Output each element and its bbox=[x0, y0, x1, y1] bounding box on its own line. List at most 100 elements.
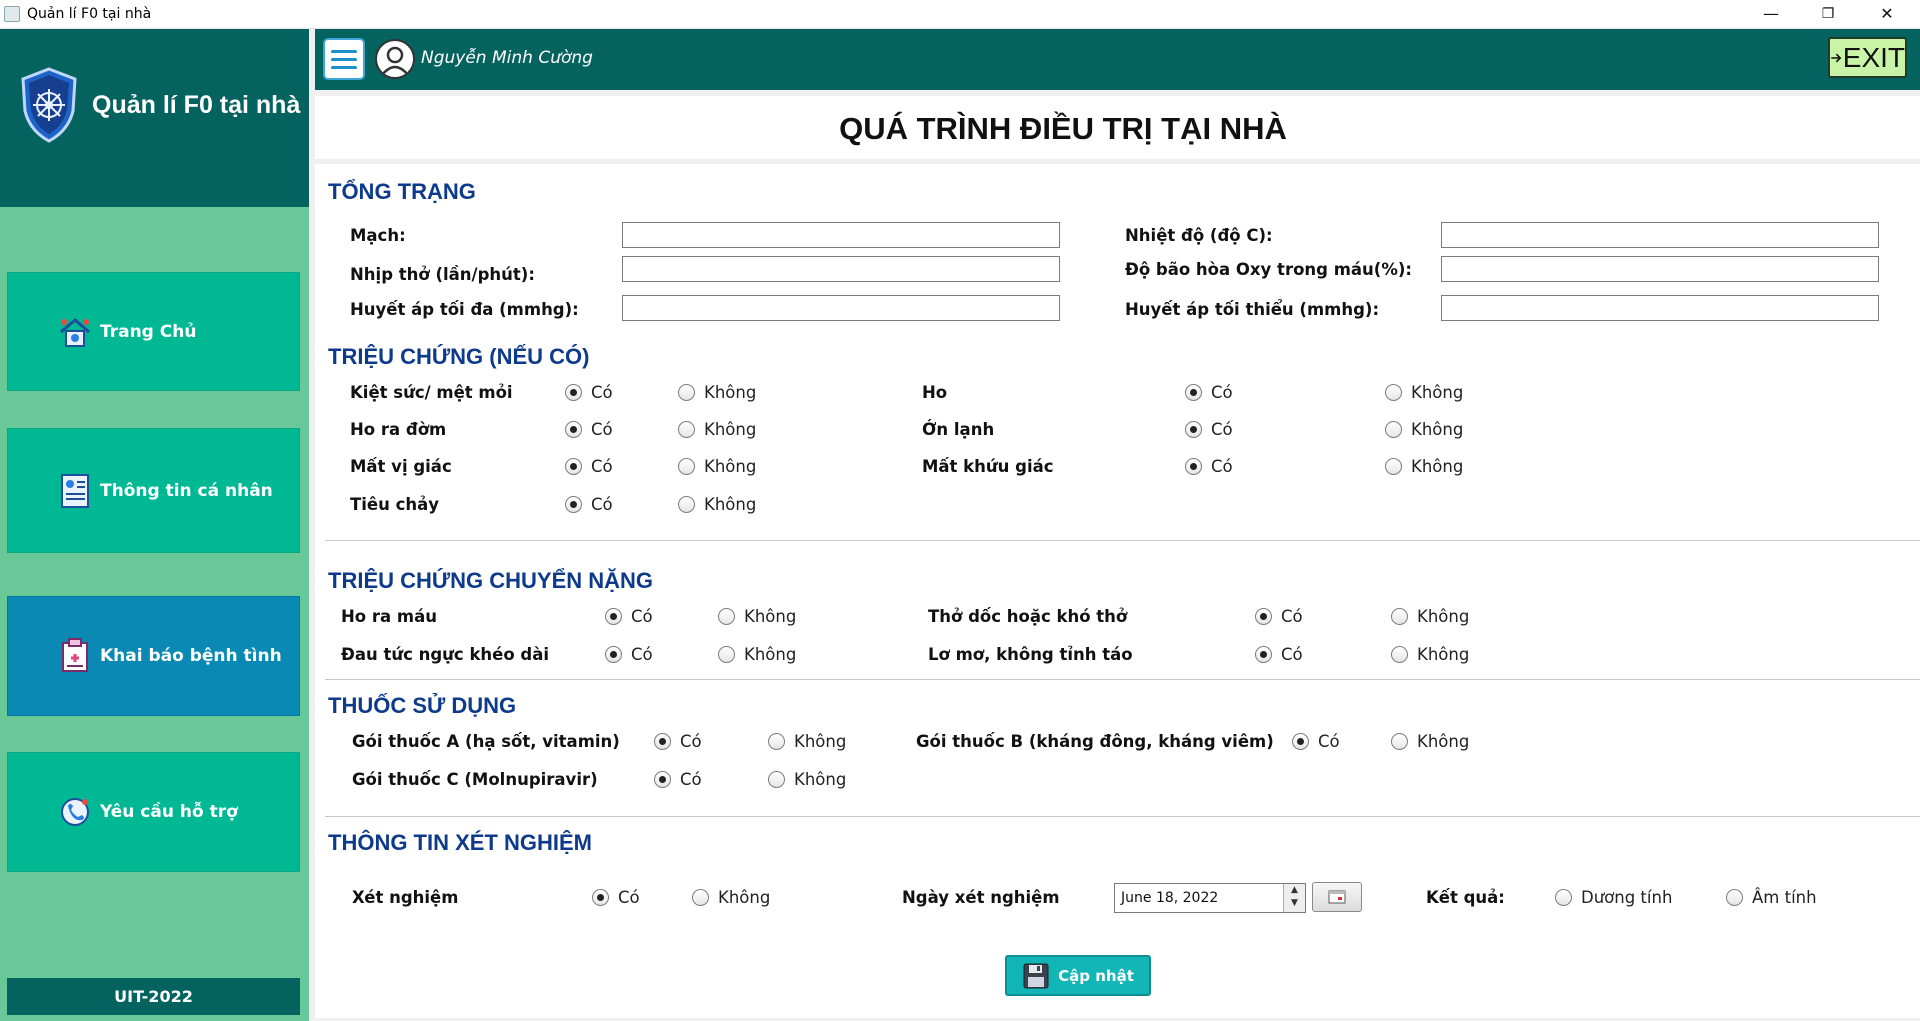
temperature-field[interactable] bbox=[1441, 222, 1879, 248]
result-label: Kết quả: bbox=[1426, 888, 1505, 907]
medicine-b-no-radio[interactable]: Không bbox=[1391, 732, 1469, 751]
calendar-icon bbox=[1328, 890, 1346, 904]
chills-yes-radio[interactable]: Có bbox=[1185, 420, 1233, 439]
medicine-c-yes-radio[interactable]: Có bbox=[654, 770, 702, 789]
sidebar-item-home[interactable]: Trang Chủ bbox=[7, 272, 300, 391]
calendar-button[interactable] bbox=[1312, 882, 1362, 912]
section-title-medicine: THUỐC SỬ DỤNG bbox=[328, 693, 517, 718]
max-blood-pressure-label: Huyết áp tối đa (mmhg): bbox=[350, 300, 579, 319]
minimize-button[interactable]: — bbox=[1748, 2, 1794, 26]
medicine-a-yes-radio[interactable]: Có bbox=[654, 732, 702, 751]
test-date-field[interactable]: June 18, 2022 bbox=[1114, 883, 1306, 913]
sidebar-item-label: Trang Chủ bbox=[100, 321, 197, 342]
section-title-symptoms: TRIỆU CHỨNG (NẾU CÓ) bbox=[328, 344, 590, 369]
symptom-label: Tiêu chảy bbox=[350, 495, 440, 514]
symptom-label: Lơ mơ, không tỉnh táo bbox=[928, 645, 1133, 664]
taste-loss-no-radio[interactable]: Không bbox=[678, 457, 756, 476]
chest-pain-yes-radio[interactable]: Có bbox=[605, 645, 653, 664]
brand-panel: Quản lí F0 tại nhà bbox=[0, 29, 309, 207]
section-divider bbox=[325, 679, 1920, 680]
app-icon bbox=[4, 6, 20, 22]
sidebar-item-medical-report[interactable]: Khai báo bệnh tình bbox=[7, 596, 300, 716]
support-icon bbox=[56, 793, 94, 831]
blood-cough-no-radio[interactable]: Không bbox=[718, 607, 796, 626]
medicine-label: Gói thuốc A (hạ sốt, vitamin) bbox=[352, 732, 620, 751]
section-title-test: THÔNG TIN XÉT NGHIỆM bbox=[328, 830, 592, 855]
cough-yes-radio[interactable]: Có bbox=[1185, 383, 1233, 402]
drowsy-yes-radio[interactable]: Có bbox=[1255, 645, 1303, 664]
chills-no-radio[interactable]: Không bbox=[1385, 420, 1463, 439]
result-negative-radio[interactable]: Âm tính bbox=[1726, 888, 1817, 907]
cough-no-radio[interactable]: Không bbox=[1385, 383, 1463, 402]
medicine-c-no-radio[interactable]: Không bbox=[768, 770, 846, 789]
arrow-right-icon bbox=[1831, 53, 1842, 62]
oxygen-saturation-label: Độ bão hòa Oxy trong máu(%): bbox=[1125, 260, 1413, 279]
breathless-yes-radio[interactable]: Có bbox=[1255, 607, 1303, 626]
medicine-label: Gói thuốc C (Molnupiravir) bbox=[352, 770, 598, 789]
min-blood-pressure-field[interactable] bbox=[1441, 295, 1879, 321]
medicine-a-no-radio[interactable]: Không bbox=[768, 732, 846, 751]
medicine-label: Gói thuốc B (kháng đông, kháng viêm) bbox=[916, 732, 1274, 751]
symptom-label: Mất khứu giác bbox=[922, 457, 1054, 476]
min-blood-pressure-label: Huyết áp tối thiểu (mmhg): bbox=[1125, 300, 1380, 319]
phlegm-no-radio[interactable]: Không bbox=[678, 420, 756, 439]
sidebar-item-label: Thông tin cá nhân bbox=[100, 480, 273, 501]
respiratory-rate-label: Nhịp thở (lần/phút): bbox=[350, 265, 535, 284]
update-label: Cập nhật bbox=[1058, 966, 1134, 985]
shield-logo-icon bbox=[21, 67, 77, 143]
taste-loss-yes-radio[interactable]: Có bbox=[565, 457, 613, 476]
symptom-label: Kiệt sức/ mệt mỏi bbox=[350, 383, 513, 402]
symptom-label: Ho ra máu bbox=[341, 607, 437, 626]
sidebar-item-label: Khai báo bệnh tình bbox=[100, 646, 282, 666]
page-title: QUÁ TRÌNH ĐIỀU TRỊ TẠI NHÀ bbox=[839, 111, 1287, 146]
sidebar: Quản lí F0 tại nhà Trang Chủ Thông tin c… bbox=[0, 29, 309, 1021]
section-title-severe: TRIỆU CHỨNG CHUYỂN NẶNG bbox=[328, 568, 654, 593]
hamburger-icon bbox=[331, 49, 357, 53]
test-label: Xét nghiệm bbox=[352, 888, 459, 907]
sidebar-footer: UIT-2022 bbox=[7, 978, 300, 1015]
top-bar: Nguyễn Minh Cường EXIT bbox=[315, 29, 1920, 90]
test-date-label: Ngày xét nghiệm bbox=[902, 888, 1060, 907]
section-divider bbox=[325, 816, 1920, 817]
blood-cough-yes-radio[interactable]: Có bbox=[605, 607, 653, 626]
phlegm-yes-radio[interactable]: Có bbox=[565, 420, 613, 439]
test-no-radio[interactable]: Không bbox=[692, 888, 770, 907]
diarrhea-no-radio[interactable]: Không bbox=[678, 495, 756, 514]
smell-loss-yes-radio[interactable]: Có bbox=[1185, 457, 1233, 476]
breathless-no-radio[interactable]: Không bbox=[1391, 607, 1469, 626]
diarrhea-yes-radio[interactable]: Có bbox=[565, 495, 613, 514]
sidebar-item-profile[interactable]: Thông tin cá nhân bbox=[7, 428, 300, 553]
maximize-button[interactable]: ❐ bbox=[1805, 2, 1851, 26]
username: Nguyễn Minh Cường bbox=[421, 48, 593, 68]
symptom-label: Ho ra đờm bbox=[350, 420, 447, 439]
pulse-field[interactable] bbox=[622, 222, 1060, 248]
section-title-general: TỔNG TRẠNG bbox=[328, 179, 476, 204]
oxygen-saturation-field[interactable] bbox=[1441, 256, 1879, 282]
fatigue-no-radio[interactable]: Không bbox=[678, 383, 756, 402]
test-yes-radio[interactable]: Có bbox=[592, 888, 640, 907]
symptom-label: Ho bbox=[922, 383, 948, 402]
result-positive-radio[interactable]: Dương tính bbox=[1555, 888, 1672, 907]
exit-label: EXIT bbox=[1842, 41, 1905, 73]
update-button[interactable]: Cập nhật bbox=[1005, 955, 1151, 996]
brand-title: Quản lí F0 tại nhà bbox=[92, 91, 301, 119]
medicine-b-yes-radio[interactable]: Có bbox=[1292, 732, 1340, 751]
fatigue-yes-radio[interactable]: Có bbox=[565, 383, 613, 402]
drowsy-no-radio[interactable]: Không bbox=[1391, 645, 1469, 664]
close-button[interactable]: ✕ bbox=[1864, 2, 1910, 26]
profile-icon bbox=[56, 472, 94, 510]
temperature-label: Nhiệt độ (độ C): bbox=[1125, 226, 1273, 245]
max-blood-pressure-field[interactable] bbox=[622, 295, 1060, 321]
window-title: Quản lí F0 tại nhà bbox=[27, 6, 152, 22]
symptom-label: Thở dốc hoặc khó thở bbox=[928, 607, 1128, 626]
smell-loss-no-radio[interactable]: Không bbox=[1385, 457, 1463, 476]
respiratory-rate-field[interactable] bbox=[622, 256, 1060, 282]
date-spinner[interactable]: ▲ ▼ bbox=[1283, 884, 1305, 912]
section-divider bbox=[325, 540, 1920, 541]
floppy-disk-icon bbox=[1023, 963, 1049, 988]
sidebar-item-support[interactable]: Yêu cầu hỗ trợ bbox=[7, 752, 300, 872]
symptom-label: Mất vị giác bbox=[350, 457, 452, 476]
exit-button[interactable]: EXIT bbox=[1828, 37, 1907, 78]
menu-button[interactable] bbox=[323, 38, 365, 80]
chest-pain-no-radio[interactable]: Không bbox=[718, 645, 796, 664]
